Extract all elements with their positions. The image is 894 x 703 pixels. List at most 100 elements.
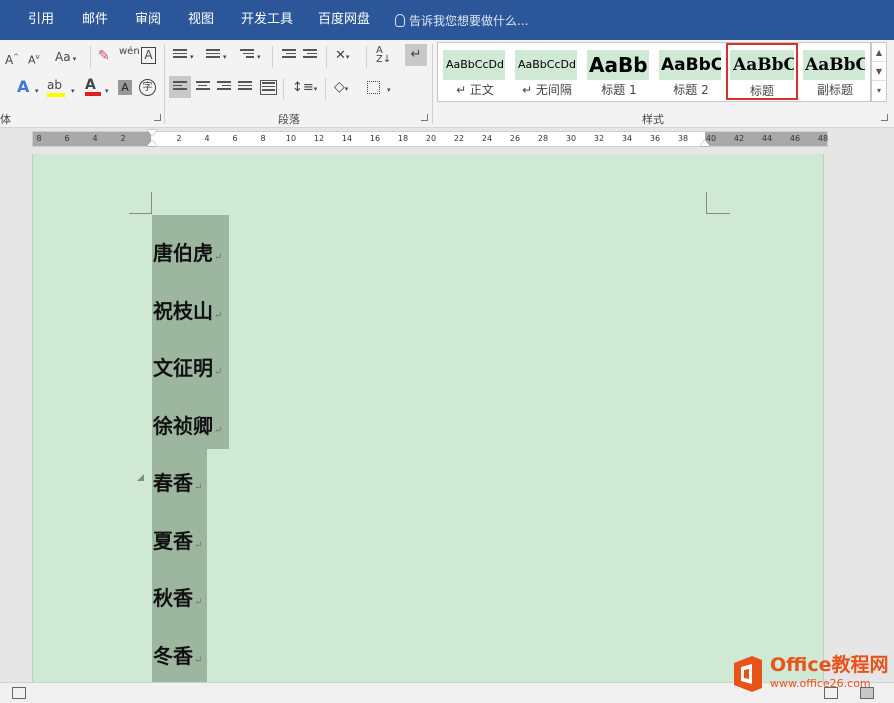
ruler-tick: 4	[204, 134, 210, 143]
document-page[interactable]: 唐伯虎↵ 祝枝山↵ 文征明↵ 徐祯卿↵ 春香↵ 夏香↵ 秋香↵ 冬香↵	[32, 154, 824, 694]
lightbulb-icon	[395, 14, 405, 27]
divider	[283, 78, 284, 100]
ruler-tick: 6	[64, 134, 70, 143]
character-border-icon[interactable]: A	[141, 47, 156, 64]
object-anchor-icon	[137, 474, 144, 481]
shrink-font-icon[interactable]: Av	[28, 50, 40, 68]
style-name: 标题	[749, 84, 774, 98]
document-area: 唐伯虎↵ 祝枝山↵ 文征明↵ 徐祯卿↵ 春香↵ 夏香↵ 秋香↵ 冬香↵	[0, 154, 894, 694]
watermark-url: www.office26.com	[770, 677, 871, 690]
phonetic-guide-icon[interactable]: wén	[119, 47, 140, 57]
highlight-icon[interactable]: ab	[47, 78, 65, 97]
divider	[366, 46, 367, 68]
increase-indent-icon[interactable]	[303, 49, 317, 60]
numbering-icon[interactable]	[206, 49, 220, 60]
style-normal[interactable]: AaBbCcDd ↵ 正文	[440, 46, 506, 98]
ruler-tick: 6	[232, 134, 238, 143]
borders-icon[interactable]	[367, 81, 380, 94]
change-case-button[interactable]: Aa ▾	[55, 50, 76, 66]
ruler-tick: 8	[36, 134, 42, 143]
tell-me-box[interactable]: 告诉我您想要做什么...	[395, 12, 528, 29]
dialog-launcher-icon[interactable]	[154, 114, 161, 121]
style-heading-2[interactable]: AaBbC 标题 2	[656, 46, 722, 98]
paragraph-mark: ↵	[194, 539, 203, 551]
first-line-indent-icon[interactable]	[147, 130, 157, 136]
paragraph-mark: ↵	[214, 252, 223, 263]
chevron-down-icon[interactable]: ▾	[257, 50, 261, 64]
style-name: ↵ 无间隔	[522, 83, 572, 97]
line-text: 春香	[153, 471, 193, 495]
paragraph-mark: ↵	[194, 597, 203, 608]
right-indent-icon[interactable]	[700, 140, 710, 146]
document-line[interactable]: 秋香↵	[153, 585, 202, 616]
bullets-icon[interactable]	[173, 49, 187, 60]
show-paragraph-marks-icon[interactable]: ↵	[405, 44, 427, 66]
decrease-indent-icon[interactable]	[282, 49, 296, 60]
clear-formatting-icon[interactable]: ✎	[98, 49, 110, 63]
document-line[interactable]: 徐祯卿↵	[153, 413, 222, 444]
document-line[interactable]: 夏香↵	[153, 528, 202, 559]
line-spacing-icon[interactable]: ↕≡▾	[292, 81, 317, 96]
ruler-tick: 44	[761, 134, 773, 143]
document-line[interactable]: 春香↵	[153, 470, 202, 501]
style-heading-1[interactable]: AaBb 标题 1	[584, 46, 650, 98]
style-subtitle[interactable]: AaBbC 副标题	[800, 46, 866, 98]
shading-icon[interactable]: ◇▾	[334, 80, 348, 96]
horizontal-ruler[interactable]: 8 6 4 2 2 4 6 8 10 12 14 16 18 20 22 24 26 28 30 32 34 36 38 40…	[32, 130, 828, 147]
sort-icon[interactable]: A Z↓	[376, 46, 391, 65]
chevron-down-icon[interactable]: ▾	[190, 50, 194, 64]
ruler-tick: 10	[285, 134, 297, 143]
ruler-tick: 18	[397, 134, 409, 143]
chevron-down-icon[interactable]: ▾	[387, 83, 391, 97]
scroll-up-icon[interactable]: ▲	[872, 43, 886, 62]
menu-mailings[interactable]: 邮件	[82, 12, 108, 28]
line-text: 夏香	[153, 528, 193, 553]
margin-corner-mark	[706, 192, 707, 214]
distributed-icon[interactable]	[260, 80, 277, 95]
dialog-launcher-icon[interactable]	[881, 114, 888, 121]
line-text: 祝枝山	[153, 298, 213, 323]
style-title[interactable]: AaBbC 标题	[726, 43, 798, 100]
multilevel-list-icon[interactable]	[240, 49, 254, 60]
text-effects-icon[interactable]: A	[17, 79, 29, 95]
style-no-spacing[interactable]: AaBbCcDd ↵ 无间隔	[512, 46, 578, 98]
ruler-area: 8 6 4 2 2 4 6 8 10 12 14 16 18 20 22 24 26 28 30 32 34 36 38 40…	[0, 128, 894, 154]
document-line[interactable]: 唐伯虎↵	[153, 240, 222, 271]
chevron-down-icon[interactable]: ▾	[35, 84, 39, 98]
ruler-tick: 38	[677, 134, 689, 143]
chevron-down-icon[interactable]: ▾	[223, 50, 227, 64]
scroll-down-icon[interactable]: ▼	[872, 62, 886, 81]
line-text: 冬香	[153, 643, 193, 668]
paragraph-mark: ↵	[194, 654, 203, 666]
dialog-launcher-icon[interactable]	[421, 114, 428, 121]
page-info-icon[interactable]	[12, 687, 26, 699]
chevron-down-icon[interactable]: ▾	[105, 84, 109, 98]
font-color-icon[interactable]: A	[85, 78, 101, 96]
line-text: 唐伯虎	[153, 241, 213, 265]
document-line[interactable]: 冬香↵	[153, 643, 202, 674]
document-line[interactable]: 祝枝山↵	[153, 298, 222, 329]
align-right-icon[interactable]	[217, 81, 231, 92]
group-divider	[432, 44, 433, 124]
asian-layout-icon[interactable]: ✕▾	[335, 49, 349, 64]
menu-developer[interactable]: 开发工具	[241, 12, 293, 28]
chevron-down-icon[interactable]: ▾	[71, 84, 75, 98]
menu-view[interactable]: 视图	[188, 12, 214, 28]
more-styles-icon[interactable]: ▾	[872, 81, 886, 100]
style-preview: AaBbC	[659, 50, 721, 80]
align-center-icon[interactable]	[196, 81, 210, 92]
styles-gallery: AaBbCcDd ↵ 正文 AaBbCcDd ↵ 无间隔 AaBb 标题 1 A…	[437, 42, 871, 102]
character-shading-icon[interactable]: A	[118, 80, 132, 95]
ruler-tick: 2	[176, 134, 182, 143]
paragraph-mark: ↵	[214, 367, 223, 378]
align-left-icon[interactable]	[169, 76, 191, 98]
hanging-indent-icon[interactable]	[147, 140, 157, 146]
menu-references[interactable]: 引用	[28, 12, 54, 28]
ruler-tick: 8	[260, 134, 266, 143]
menu-review[interactable]: 审阅	[135, 12, 161, 28]
grow-font-icon[interactable]: A^	[5, 50, 19, 67]
document-line[interactable]: 文征明↵	[153, 355, 222, 386]
enclose-characters-icon[interactable]: 字	[139, 79, 156, 96]
justify-icon[interactable]	[238, 81, 252, 92]
menu-baidu-pan[interactable]: 百度网盘	[318, 12, 370, 28]
